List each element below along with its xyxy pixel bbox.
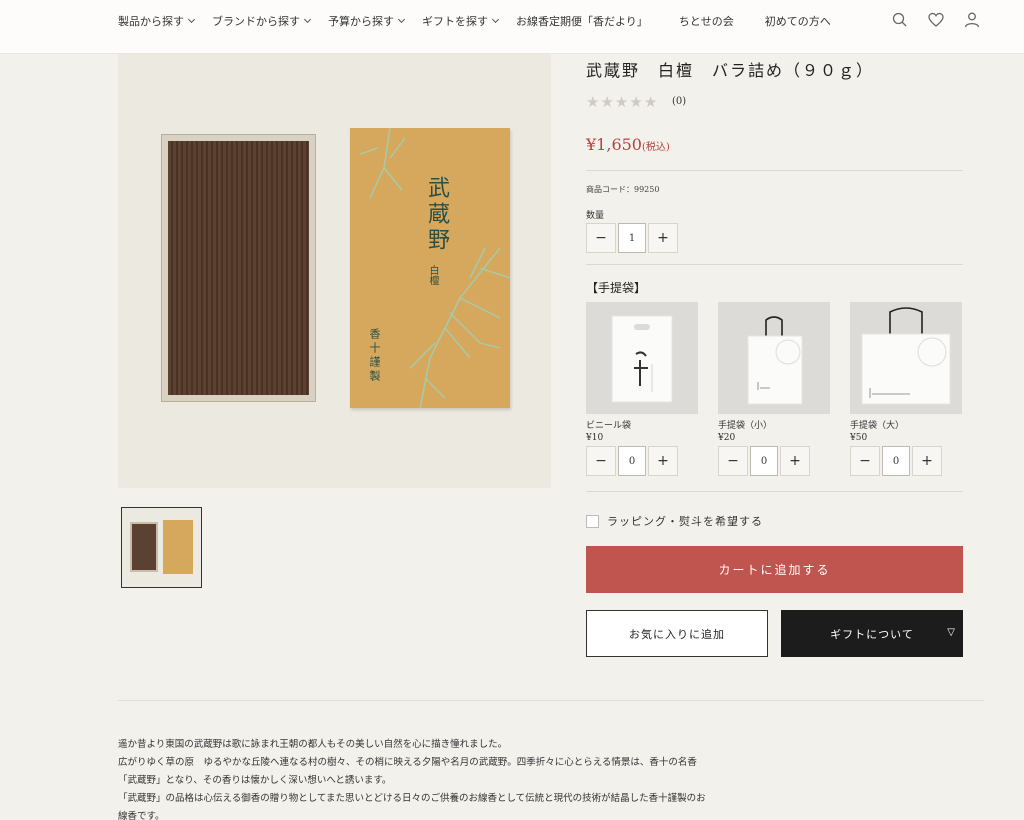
product-description: 遥か昔より東国の武蔵野は歌に詠まれ王朝の都人もその美しい自然を心に描き憧れました…: [118, 736, 713, 820]
description-paragraph: 遥か昔より東国の武蔵野は歌に詠まれ王朝の都人もその美しい自然を心に描き憧れました…: [118, 739, 508, 750]
description-paragraph: 広がりゆく草の原 ゆるやかな丘陵へ連なる村の樹々、その梢に映える夕陽や名月の武蔵…: [118, 757, 697, 786]
bag-quantity-input[interactable]: 0: [750, 446, 778, 476]
nav-budget[interactable]: 予算から探す: [328, 13, 406, 29]
bag-name: 手提袋（大）: [850, 421, 905, 431]
description-paragraph: 「武蔵野」の品格は心伝える御香の贈り物としてまた思いとどける日々のご供養のお線香…: [118, 793, 706, 820]
bag-plus-button[interactable]: +: [648, 446, 678, 476]
bag-price: ¥20: [718, 433, 736, 443]
section-divider: [118, 700, 984, 701]
nav-label: 製品から探す: [118, 15, 184, 28]
review-count[interactable]: (0): [672, 96, 686, 107]
star-icon: ★: [586, 93, 600, 111]
bag-name: 手提袋（小）: [718, 421, 773, 431]
star-icon: ★: [629, 93, 643, 111]
bag-option-large: 手提袋（大） ¥50: [850, 302, 962, 443]
bag-quantity-input[interactable]: 0: [882, 446, 910, 476]
bag-quantity-stepper: − 0 +: [586, 446, 678, 476]
large-paper-bag-image: [850, 302, 962, 414]
add-to-cart-button[interactable]: カートに追加する: [586, 546, 963, 593]
quantity-minus-button[interactable]: −: [586, 223, 616, 253]
incense-tray: [161, 134, 316, 402]
nav-subscription[interactable]: お線香定期便「香だより」: [516, 13, 648, 29]
divider: [586, 491, 963, 492]
bag-quantity-input[interactable]: 0: [618, 446, 646, 476]
nav-products[interactable]: 製品から探す: [118, 13, 196, 29]
bag-plus-button[interactable]: +: [780, 446, 810, 476]
nav-label: ブランドから探す: [212, 15, 300, 28]
star-icon: ★: [643, 93, 658, 111]
heart-icon[interactable]: [928, 11, 944, 29]
star-icon: ★: [600, 93, 614, 111]
product-main-image: 武蔵野 白檀 香十謹製: [118, 54, 551, 488]
nav-brands[interactable]: ブランドから探す: [212, 13, 312, 29]
main-nav: 製品から探す ブランドから探す 予算から探す ギフトを探す お線香定期便「香だよ…: [118, 13, 862, 29]
chevron-down-icon: [397, 15, 406, 24]
chevron-down-icon: [187, 15, 196, 24]
wrapping-checkbox[interactable]: [586, 514, 599, 528]
product-code: 商品コード：99250: [586, 185, 660, 194]
box-title: 武蔵野: [424, 176, 449, 254]
vinyl-bag-image: [586, 302, 698, 414]
product-title: 武蔵野 白檀 バラ詰め（９０ｇ）: [586, 61, 875, 80]
small-paper-bag-image: [718, 302, 830, 414]
thumbnail-tray: [130, 522, 158, 572]
chevron-down-icon: [303, 15, 312, 24]
bag-option-small: 手提袋（小） ¥20: [718, 302, 830, 443]
bag-option-vinyl: ビニール袋 ¥10: [586, 302, 698, 443]
divider: [586, 170, 963, 171]
box-subtitle: 白檀: [427, 265, 438, 285]
quantity-label: 数量: [586, 211, 605, 221]
nav-gifts[interactable]: ギフトを探す: [422, 13, 500, 29]
header-icons: [892, 11, 980, 29]
chevron-down-icon: [491, 15, 500, 24]
bag-quantity-stepper: − 0 +: [850, 446, 942, 476]
nav-label: 初めての方へ: [764, 15, 831, 28]
bag-quantity-stepper: − 0 +: [718, 446, 810, 476]
incense-box-lid: 武蔵野 白檀 香十謹製: [350, 128, 510, 408]
bag-section-heading: 【手提袋】: [586, 281, 647, 295]
nav-first-time[interactable]: 初めての方へ: [765, 13, 831, 29]
bag-price: ¥10: [586, 433, 604, 443]
product-price: ¥1,650(税込): [586, 135, 670, 154]
nav-label: ギフトを探す: [422, 15, 488, 28]
bag-minus-button[interactable]: −: [850, 446, 880, 476]
gift-info-label: ギフトについて: [830, 627, 914, 641]
nav-label: 予算から探す: [328, 15, 394, 28]
user-icon[interactable]: [964, 11, 980, 29]
add-to-favorites-button[interactable]: お気に入りに追加: [586, 610, 768, 657]
thumbnail-lid: [163, 520, 193, 574]
site-header: 製品から探す ブランドから探す 予算から探す ギフトを探す お線香定期便「香だよ…: [0, 0, 1024, 54]
nav-label: お線香定期便「香だより」: [516, 15, 648, 28]
box-maker: 香十謹製: [368, 328, 381, 384]
gift-info-button[interactable]: ギフトについて ▽: [781, 610, 963, 657]
star-icon: ★: [614, 93, 629, 111]
wrapping-label: ラッピング・熨斗を希望する: [607, 515, 763, 528]
bag-minus-button[interactable]: −: [718, 446, 748, 476]
price-value: ¥1,650: [586, 135, 642, 154]
nav-label: ちとせの会: [678, 15, 734, 28]
nav-chitose-club[interactable]: ちとせの会: [679, 13, 734, 29]
triangle-down-icon: ▽: [947, 627, 956, 638]
quantity-plus-button[interactable]: +: [648, 223, 678, 253]
bag-price: ¥50: [850, 433, 868, 443]
bag-plus-button[interactable]: +: [912, 446, 942, 476]
product-thumbnail[interactable]: [121, 507, 202, 588]
wrapping-option[interactable]: ラッピング・熨斗を希望する: [586, 513, 763, 529]
quantity-stepper: − 1 +: [586, 223, 678, 253]
quantity-input[interactable]: 1: [618, 223, 646, 253]
star-rating: ★ ★ ★ ★ ★: [586, 95, 657, 110]
bag-minus-button[interactable]: −: [586, 446, 616, 476]
search-icon[interactable]: [892, 11, 908, 29]
bag-name: ビニール袋: [586, 421, 632, 431]
price-tax-note: (税込): [641, 142, 670, 153]
divider: [586, 264, 963, 265]
